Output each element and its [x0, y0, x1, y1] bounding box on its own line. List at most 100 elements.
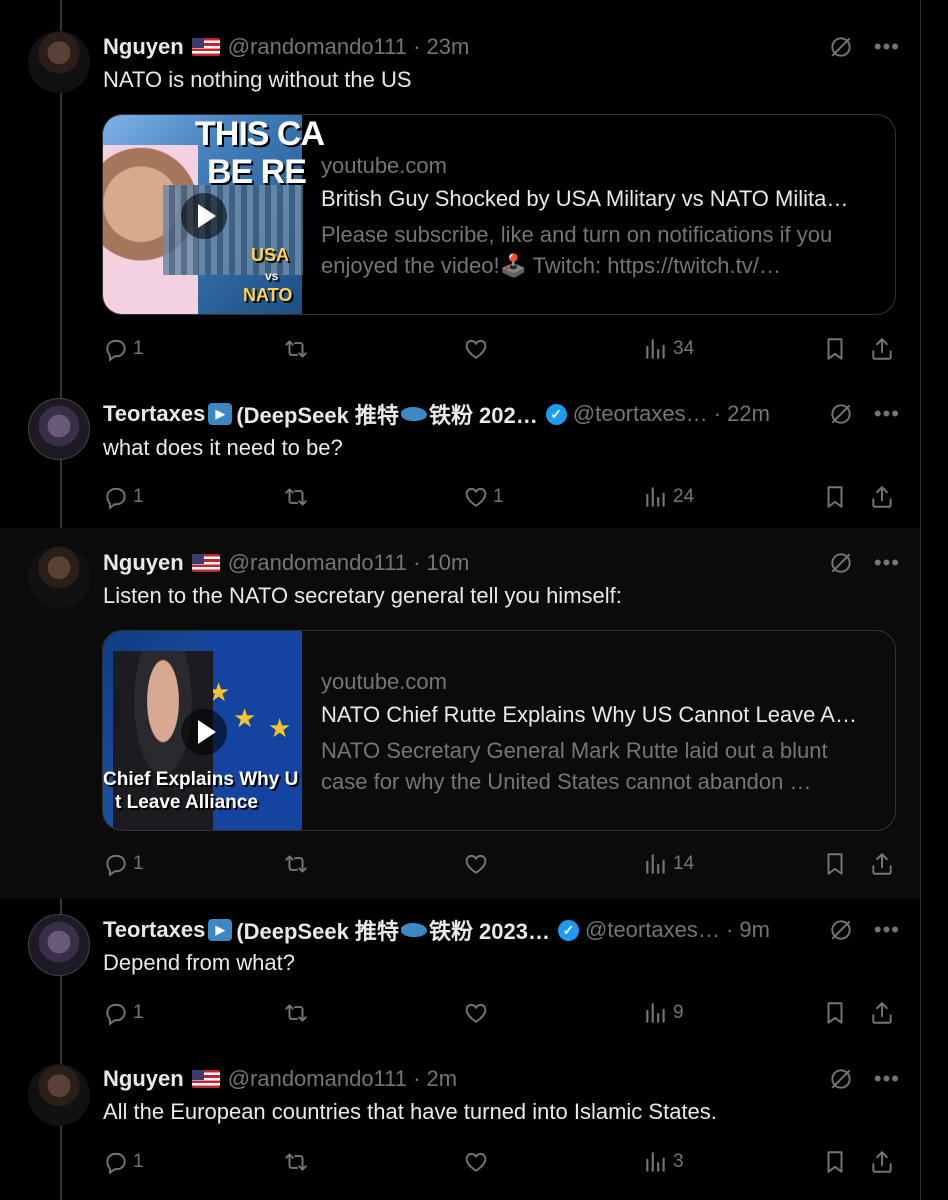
card-description-line: case for why the United States cannot ab… — [321, 769, 812, 794]
card-domain: youtube.com — [321, 153, 447, 178]
share-icon — [869, 336, 895, 362]
more-icon[interactable]: ••• — [874, 403, 900, 425]
thumb-label: vs — [265, 269, 279, 283]
post-2[interactable]: Teortaxes ▶ (DeepSeek 推特 铁粉 202… ✓ @teor… — [0, 380, 920, 528]
author-handle[interactable]: @randomando111 · 2m — [228, 1066, 457, 1092]
reply-icon — [103, 1000, 129, 1026]
author-name[interactable]: Teortaxes — [103, 917, 205, 943]
post-1[interactable]: Nguyen @randomando111 · 23m ••• NATO is … — [0, 0, 920, 380]
repost-icon — [283, 1000, 309, 1026]
reply-button[interactable]: 1 — [103, 1147, 144, 1177]
play-emoji-icon: ▶ — [208, 403, 233, 425]
repost-icon — [283, 851, 309, 877]
share-button[interactable] — [869, 998, 895, 1028]
timeline-border — [920, 0, 921, 1200]
post-text: NATO is nothing without the US — [103, 67, 412, 92]
heart-icon — [463, 1149, 489, 1175]
reply-icon — [103, 851, 129, 877]
bookmark-button[interactable] — [822, 998, 848, 1028]
heart-icon — [463, 851, 489, 877]
verified-icon[interactable]: ✓ — [558, 919, 579, 941]
views-count: 14 — [673, 853, 695, 874]
play-emoji-icon: ▶ — [208, 919, 233, 941]
share-button[interactable] — [869, 334, 895, 364]
play-icon[interactable] — [181, 193, 227, 239]
post-4[interactable]: Teortaxes ▶ (DeepSeek 推特 铁粉 2023… ✓ @teo… — [0, 898, 920, 1046]
author-name[interactable]: Nguyen — [103, 1066, 184, 1092]
repost-button[interactable] — [283, 334, 313, 364]
share-button[interactable] — [869, 1147, 895, 1177]
like-button[interactable] — [463, 998, 493, 1028]
reply-count: 1 — [133, 1151, 144, 1172]
share-button[interactable] — [869, 849, 895, 879]
repost-button[interactable] — [283, 849, 313, 879]
us-flag-icon — [191, 1070, 220, 1088]
thumb-caption: Chief Explains Why U — [103, 769, 299, 790]
us-flag-icon — [191, 554, 220, 572]
avatar[interactable] — [28, 914, 90, 976]
post-text: what does it need to be? — [103, 435, 343, 460]
views-button[interactable]: 3 — [643, 1147, 684, 1177]
reply-icon — [103, 484, 129, 510]
more-icon[interactable]: ••• — [874, 552, 900, 574]
card-domain: youtube.com — [321, 669, 447, 694]
avatar[interactable] — [28, 31, 90, 93]
repost-button[interactable] — [283, 998, 313, 1028]
grok-icon[interactable] — [828, 34, 854, 60]
more-icon[interactable]: ••• — [874, 36, 900, 58]
reply-button[interactable]: 1 — [103, 849, 144, 879]
avatar[interactable] — [28, 1064, 90, 1126]
repost-button[interactable] — [283, 1147, 313, 1177]
author-handle[interactable]: @randomando111 · 23m — [228, 34, 470, 60]
bookmark-button[interactable] — [822, 334, 848, 364]
bookmark-button[interactable] — [822, 1147, 848, 1177]
views-icon — [643, 1149, 669, 1175]
share-icon — [869, 851, 895, 877]
more-icon[interactable]: ••• — [874, 1068, 900, 1090]
reply-button[interactable]: 1 — [103, 998, 144, 1028]
views-button[interactable]: 9 — [643, 998, 684, 1028]
play-icon[interactable] — [181, 709, 227, 755]
post-5[interactable]: Nguyen @randomando111 · 2m ••• All the E… — [0, 1046, 920, 1200]
author-handle[interactable]: @randomando111 · 10m — [228, 550, 470, 576]
author-handle[interactable]: @teortaxes… · 9m — [585, 917, 770, 943]
link-card[interactable]: ★ ★ ★ Chief Explains Why U t Leave Allia… — [102, 630, 896, 831]
repost-button[interactable] — [283, 482, 313, 512]
reply-button[interactable]: 1 — [103, 334, 144, 364]
author-name[interactable]: Nguyen — [103, 550, 184, 576]
views-button[interactable]: 34 — [643, 334, 694, 364]
like-button[interactable] — [463, 334, 493, 364]
bookmark-button[interactable] — [822, 482, 848, 512]
bookmark-button[interactable] — [822, 849, 848, 879]
share-icon — [869, 1149, 895, 1175]
views-button[interactable]: 24 — [643, 482, 694, 512]
views-count: 34 — [673, 338, 695, 359]
avatar[interactable] — [28, 546, 90, 608]
like-button[interactable] — [463, 849, 493, 879]
grok-icon[interactable] — [828, 917, 854, 943]
bookmark-icon — [822, 484, 848, 510]
more-icon[interactable]: ••• — [874, 919, 900, 941]
author-name-tail: 铁粉 202… — [428, 403, 538, 428]
share-icon — [869, 484, 895, 510]
views-button[interactable]: 14 — [643, 849, 694, 879]
heart-icon — [463, 1000, 489, 1026]
avatar[interactable] — [28, 398, 90, 460]
grok-icon[interactable] — [828, 401, 854, 427]
reply-count: 1 — [133, 853, 144, 874]
reply-button[interactable]: 1 — [103, 482, 144, 512]
verified-icon[interactable]: ✓ — [545, 403, 567, 425]
link-card[interactable]: THIS CA BE RE USA vs NATO youtube.com Br… — [102, 114, 896, 315]
author-name[interactable]: Nguyen — [103, 34, 184, 60]
like-button[interactable] — [463, 1147, 493, 1177]
card-description-line: NATO Secretary General Mark Rutte laid o… — [321, 738, 828, 763]
share-button[interactable] — [869, 482, 895, 512]
author-handle[interactable]: @teortaxes… · 22m — [573, 401, 770, 427]
thumb-label: USA — [251, 245, 290, 265]
post-3[interactable]: Nguyen @randomando111 · 10m ••• Listen t… — [0, 528, 920, 898]
grok-icon[interactable] — [828, 1066, 854, 1092]
reply-count: 1 — [133, 338, 144, 359]
like-button[interactable]: 1 — [463, 482, 504, 512]
grok-icon[interactable] — [828, 550, 854, 576]
author-name[interactable]: Teortaxes — [103, 401, 205, 427]
